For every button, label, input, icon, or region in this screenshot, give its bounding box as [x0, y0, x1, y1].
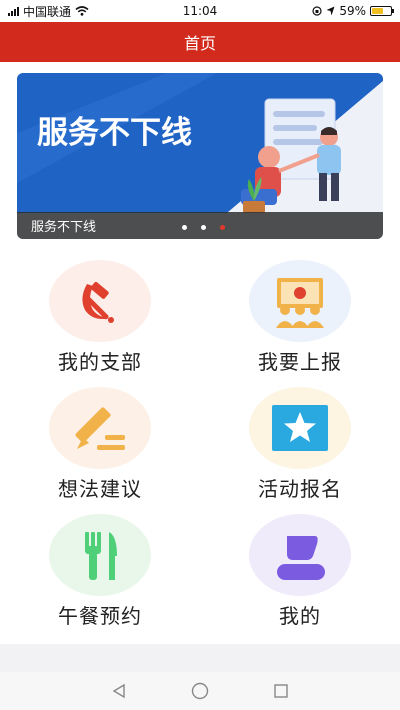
menu-item-my-branch[interactable]: 我的支部 [25, 260, 175, 375]
menu-icon-bg [49, 387, 151, 469]
fork-knife-icon [85, 532, 117, 580]
carousel-dot[interactable] [182, 225, 187, 230]
signal-icon [8, 6, 19, 16]
battery-percent: 59% [339, 4, 366, 18]
banner-headline: 服务不下线 [37, 115, 192, 151]
status-bar: 中国联通 11:04 59% [0, 0, 400, 22]
carousel-dot[interactable] [220, 225, 225, 230]
recents-icon[interactable] [273, 683, 289, 699]
menu-item-report[interactable]: 我要上报 [225, 260, 375, 375]
hammer-sickle-icon [82, 281, 114, 323]
user-icon [277, 536, 325, 580]
menu-item-activity-signup[interactable]: 活动报名 [225, 387, 375, 502]
menu-label: 想法建议 [58, 477, 142, 501]
menu-label: 我的支部 [58, 350, 142, 374]
menu-label: 活动报名 [258, 477, 342, 501]
banner-caption: 服务不下线 [31, 220, 97, 235]
back-icon[interactable] [111, 683, 127, 699]
menu-item-suggestions[interactable]: 想法建议 [25, 387, 175, 502]
carousel-dot[interactable] [201, 225, 206, 230]
home-icon[interactable] [191, 682, 209, 700]
menu-item-profile[interactable]: 我的 [225, 514, 375, 629]
home-content: 服务不下线 服务不下线 我的支部 我要上报 想法建议 活动报名 午餐预约 我的 [0, 62, 400, 644]
carrier-label: 中国联通 [23, 4, 72, 19]
title-bar: 首页 [0, 22, 400, 62]
system-nav-bar [0, 672, 400, 710]
lock-rotation-icon [312, 6, 322, 16]
location-icon [326, 6, 335, 16]
star-icon [272, 405, 328, 451]
menu-label: 午餐预约 [58, 604, 142, 628]
menu-item-lunch-booking[interactable]: 午餐预约 [25, 514, 175, 629]
status-right: 59% [312, 4, 394, 18]
menu-icon-bg [249, 260, 351, 342]
banner-carousel[interactable]: 服务不下线 服务不下线 [17, 73, 383, 239]
menu-icon-bg [49, 514, 151, 596]
page-title: 首页 [183, 34, 216, 53]
status-left: 中国联通 [8, 3, 89, 20]
wifi-icon [75, 6, 89, 16]
presentation-group-icon [276, 278, 324, 328]
battery-icon [370, 6, 394, 16]
menu-icon-bg [49, 260, 151, 342]
carousel-dots[interactable] [182, 225, 225, 230]
menu-icon-bg [249, 387, 351, 469]
bottom-spacer [0, 644, 400, 672]
menu-label: 我要上报 [258, 350, 342, 374]
menu-icon-bg [249, 514, 351, 596]
pencil-icon [75, 407, 125, 450]
menu-label: 我的 [279, 604, 321, 628]
